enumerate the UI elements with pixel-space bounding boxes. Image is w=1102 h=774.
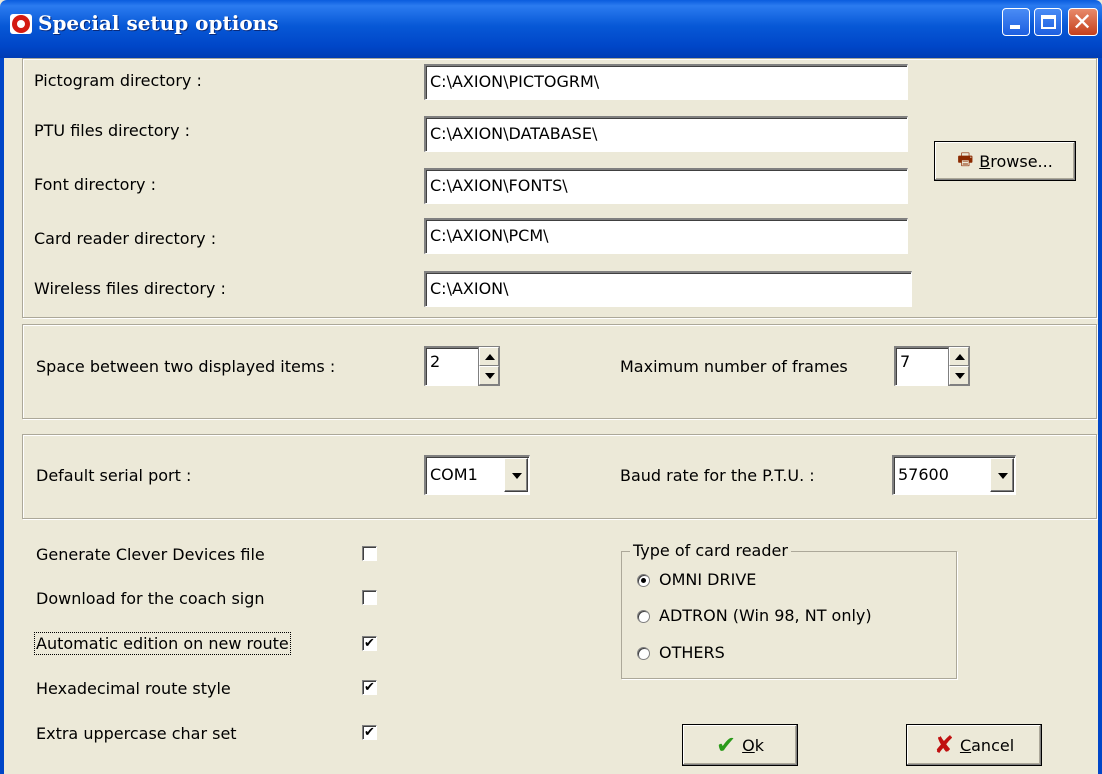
option-hexadecimal-route-checkbox[interactable]: ✔ xyxy=(362,680,377,695)
maximize-button[interactable] xyxy=(1034,8,1062,36)
option-extra-uppercase-label[interactable]: Extra uppercase char set xyxy=(36,724,237,743)
spinner-down-button[interactable] xyxy=(949,366,969,385)
wireless-files-directory-label: Wireless files directory : xyxy=(34,279,226,298)
browse-button-underline: B xyxy=(979,151,991,171)
spinner-down-button[interactable] xyxy=(479,366,499,385)
card-reader-directory-field[interactable]: C:\AXION\PCM\ xyxy=(424,218,908,254)
baud-rate-dropdown-button[interactable] xyxy=(990,458,1014,492)
ptu-files-directory-label: PTU files directory : xyxy=(34,121,191,140)
window-border-right xyxy=(1098,58,1102,774)
arrow-up-icon xyxy=(955,354,965,360)
option-clever-devices-label[interactable]: Generate Clever Devices file xyxy=(36,545,265,564)
card-reader-directory-label: Card reader directory : xyxy=(34,229,217,248)
card-reader-omni-radio[interactable] xyxy=(637,574,650,587)
app-icon[interactable] xyxy=(10,14,32,34)
arrow-down-icon xyxy=(955,373,965,379)
option-coach-sign-label[interactable]: Download for the coach sign xyxy=(36,589,265,608)
ok-button-underline: O xyxy=(742,735,755,755)
option-automatic-edition-label[interactable]: Automatic edition on new route xyxy=(34,632,291,655)
ptu-files-directory-field[interactable]: C:\AXION\DATABASE\ xyxy=(424,116,908,152)
cancel-x-icon: ✘ xyxy=(933,731,954,759)
space-between-items-label: Space between two displayed items : xyxy=(36,357,336,376)
baud-rate-value: 57600 xyxy=(898,465,949,484)
card-reader-others-radio[interactable] xyxy=(637,647,650,660)
serial-port-dropdown-button[interactable] xyxy=(504,458,528,492)
space-between-items-value[interactable]: 2 xyxy=(424,346,478,386)
maximum-frames-value[interactable]: 7 xyxy=(894,346,948,386)
pictogram-directory-field[interactable]: C:\AXION\PICTOGRM\ xyxy=(424,64,908,100)
check-icon: ✔ xyxy=(716,731,737,759)
cancel-button-label: ancel xyxy=(971,735,1015,755)
cancel-button-underline: C xyxy=(959,735,972,755)
ok-button-label: k xyxy=(754,735,764,755)
spinner-up-button[interactable] xyxy=(479,347,499,366)
pictogram-directory-label: Pictogram directory : xyxy=(34,71,202,90)
option-hexadecimal-route-label[interactable]: Hexadecimal route style xyxy=(36,679,231,698)
serial-port-value: COM1 xyxy=(430,465,478,484)
window-border-left xyxy=(0,58,4,774)
chevron-down-icon xyxy=(512,473,522,479)
maximize-icon xyxy=(1041,15,1056,29)
arrow-up-icon xyxy=(485,354,495,360)
default-serial-port-label: Default serial port : xyxy=(36,466,192,485)
close-icon: ✕ xyxy=(1072,8,1093,36)
baud-rate-select[interactable]: 57600 xyxy=(892,455,1016,495)
font-directory-field[interactable]: C:\AXION\FONTS\ xyxy=(424,168,908,204)
font-directory-label: Font directory : xyxy=(34,175,156,194)
card-reader-omni-label[interactable]: OMNI DRIVE xyxy=(659,570,756,589)
option-automatic-edition-checkbox[interactable]: ✔ xyxy=(362,636,377,651)
card-reader-others-label[interactable]: OTHERS xyxy=(659,643,725,662)
printer-icon: 🖶 xyxy=(957,149,974,170)
spinner-up-button[interactable] xyxy=(949,347,969,366)
option-extra-uppercase-checkbox[interactable]: ✔ xyxy=(362,725,377,740)
baud-rate-label: Baud rate for the P.T.U. : xyxy=(620,466,815,485)
serial-port-select[interactable]: COM1 xyxy=(424,455,530,495)
arrow-down-icon xyxy=(485,373,495,379)
maximum-frames-spinner[interactable]: 7 xyxy=(894,346,972,386)
card-reader-adtron-label[interactable]: ADTRON (Win 98, NT only) xyxy=(659,606,872,625)
close-button[interactable]: ✕ xyxy=(1068,8,1098,36)
option-coach-sign-checkbox[interactable] xyxy=(362,590,377,605)
minimize-icon xyxy=(1010,25,1020,29)
cancel-button[interactable]: ✘ Cancel xyxy=(906,724,1042,766)
ok-button[interactable]: ✔ Ok xyxy=(682,724,798,766)
maximum-frames-label: Maximum number of frames xyxy=(620,357,848,376)
card-reader-adtron-radio[interactable] xyxy=(637,610,650,623)
wireless-files-directory-field[interactable]: C:\AXION\ xyxy=(424,271,912,307)
browse-button-label: rowse... xyxy=(990,151,1053,171)
chevron-down-icon xyxy=(998,473,1008,479)
minimize-button[interactable] xyxy=(1002,8,1030,36)
option-clever-devices-checkbox[interactable] xyxy=(362,546,377,561)
space-between-items-spinner[interactable]: 2 xyxy=(424,346,502,386)
title-bar[interactable]: Special setup options ✕ xyxy=(0,0,1102,58)
card-reader-group-title: Type of card reader xyxy=(630,541,791,560)
browse-button[interactable]: 🖶 Browse... xyxy=(934,141,1076,181)
window-title: Special setup options xyxy=(38,11,279,35)
